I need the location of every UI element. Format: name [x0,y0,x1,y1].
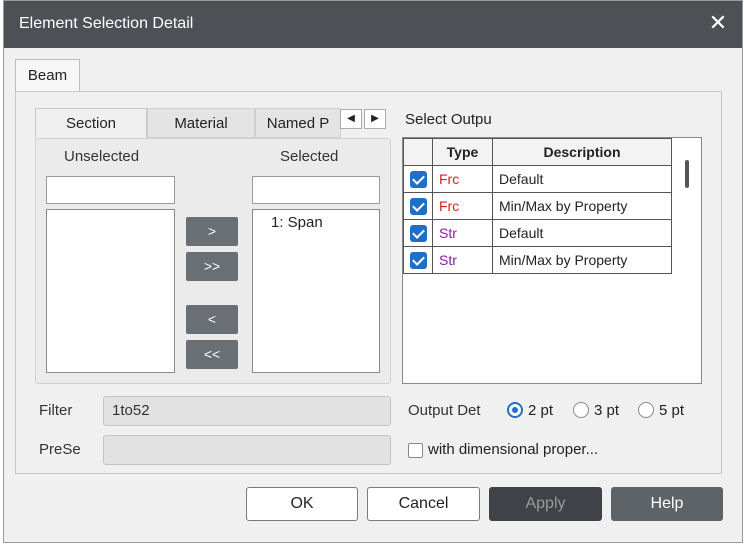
subtab-strip: Section Material Named P [35,108,391,138]
type-cell: Str [432,246,493,274]
filter-field[interactable]: 1to52 [103,396,391,426]
apply-button[interactable]: Apply [489,487,602,521]
output-detail-label: Output Det [408,402,481,419]
scroll-right-icon[interactable]: ▶ [364,109,386,129]
dialog-title: Element Selection Detail [19,15,194,32]
select-output-label: Select Outpu [405,111,492,128]
add-all-button[interactable]: >> [186,252,238,281]
unselected-filter-input[interactable] [46,176,175,204]
remove-all-button[interactable]: << [186,340,238,369]
row-checkbox[interactable] [409,170,427,188]
preset-label: PreSe [39,441,81,458]
cancel-button[interactable]: Cancel [367,487,480,521]
grid-scrollbar[interactable] [685,160,689,188]
row-checkbox-cell [403,219,433,247]
tab-named-property[interactable]: Named P [255,108,341,138]
help-button[interactable]: Help [611,487,723,521]
table-row[interactable]: Frc Min/Max by Property [403,192,672,220]
radio-5pt[interactable] [638,402,654,418]
selected-label: Selected [280,148,339,165]
description-cell: Min/Max by Property [492,192,672,220]
output-grid: Type Description Frc Default Frc Min/Max… [403,138,672,274]
grid-corner-cell [403,138,433,166]
ok-button[interactable]: OK [246,487,358,521]
grid-header-row: Type Description [403,138,672,166]
type-cell: Str [432,219,493,247]
type-cell: Frc [432,192,493,220]
radio-3pt[interactable] [573,402,589,418]
radio-3pt-label: 3 pt [594,402,620,419]
type-column-header[interactable]: Type [432,138,493,166]
dimensional-label: with dimensional proper... [428,441,599,458]
description-cell: Default [492,219,672,247]
radio-5pt-label: 5 pt [659,402,685,419]
radio-2pt-label: 2 pt [528,402,554,419]
radio-2pt[interactable] [507,402,523,418]
description-cell: Min/Max by Property [492,246,672,274]
selected-list[interactable]: 1: Span [252,209,380,373]
title-bar: Element Selection Detail ✕ [4,1,742,48]
scroll-left-icon[interactable]: ◀ [340,109,362,129]
row-checkbox-cell [403,192,433,220]
row-checkbox[interactable] [409,197,427,215]
tab-section[interactable]: Section [35,108,147,138]
row-checkbox-cell [403,165,433,193]
table-row[interactable]: Str Min/Max by Property [403,246,672,274]
description-column-header[interactable]: Description [492,138,672,166]
table-row[interactable]: Str Default [403,219,672,247]
tab-material[interactable]: Material [147,108,255,138]
preset-field[interactable] [103,435,391,465]
row-checkbox[interactable] [409,224,427,242]
row-checkbox-cell [403,246,433,274]
tab-beam[interactable]: Beam [15,59,80,91]
type-cell: Frc [432,165,493,193]
close-icon[interactable]: ✕ [706,11,730,35]
table-row[interactable]: Frc Default [403,165,672,193]
unselected-list[interactable] [46,209,175,373]
dimensional-checkbox[interactable] [408,443,423,458]
selected-filter-input[interactable] [252,176,380,204]
add-button[interactable]: > [186,217,238,246]
filter-label: Filter [39,402,73,419]
unselected-label: Unselected [64,148,140,165]
row-checkbox[interactable] [409,251,427,269]
remove-button[interactable]: < [186,305,238,334]
description-cell: Default [492,165,672,193]
list-item[interactable]: 1: Span [271,214,323,231]
